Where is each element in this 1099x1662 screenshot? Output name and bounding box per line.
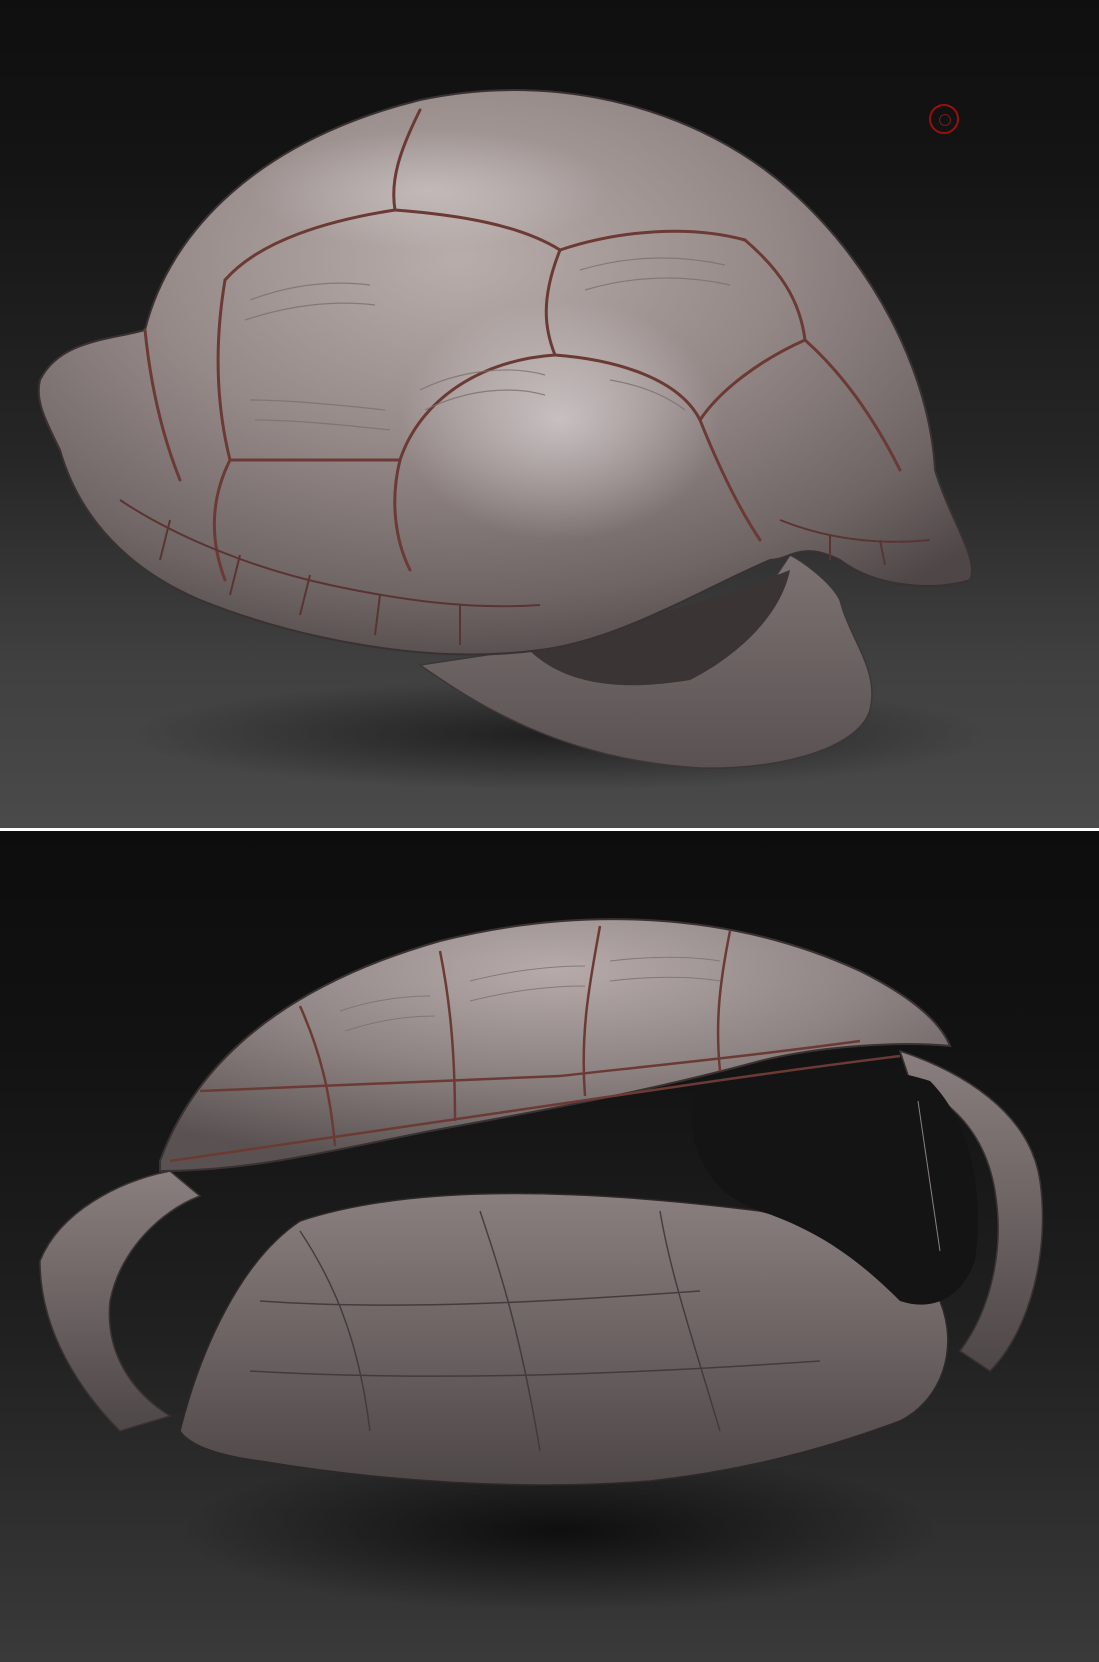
- specular-highlight: [400, 300, 720, 540]
- bottom-shell-render: [39, 918, 1044, 1611]
- brush-circle-icon: [929, 104, 959, 134]
- top-viewport[interactable]: [0, 0, 1099, 828]
- zbrush-render-sheet: [0, 0, 1099, 1662]
- left-bridge: [39, 1170, 202, 1432]
- bottom-viewport[interactable]: [0, 831, 1099, 1662]
